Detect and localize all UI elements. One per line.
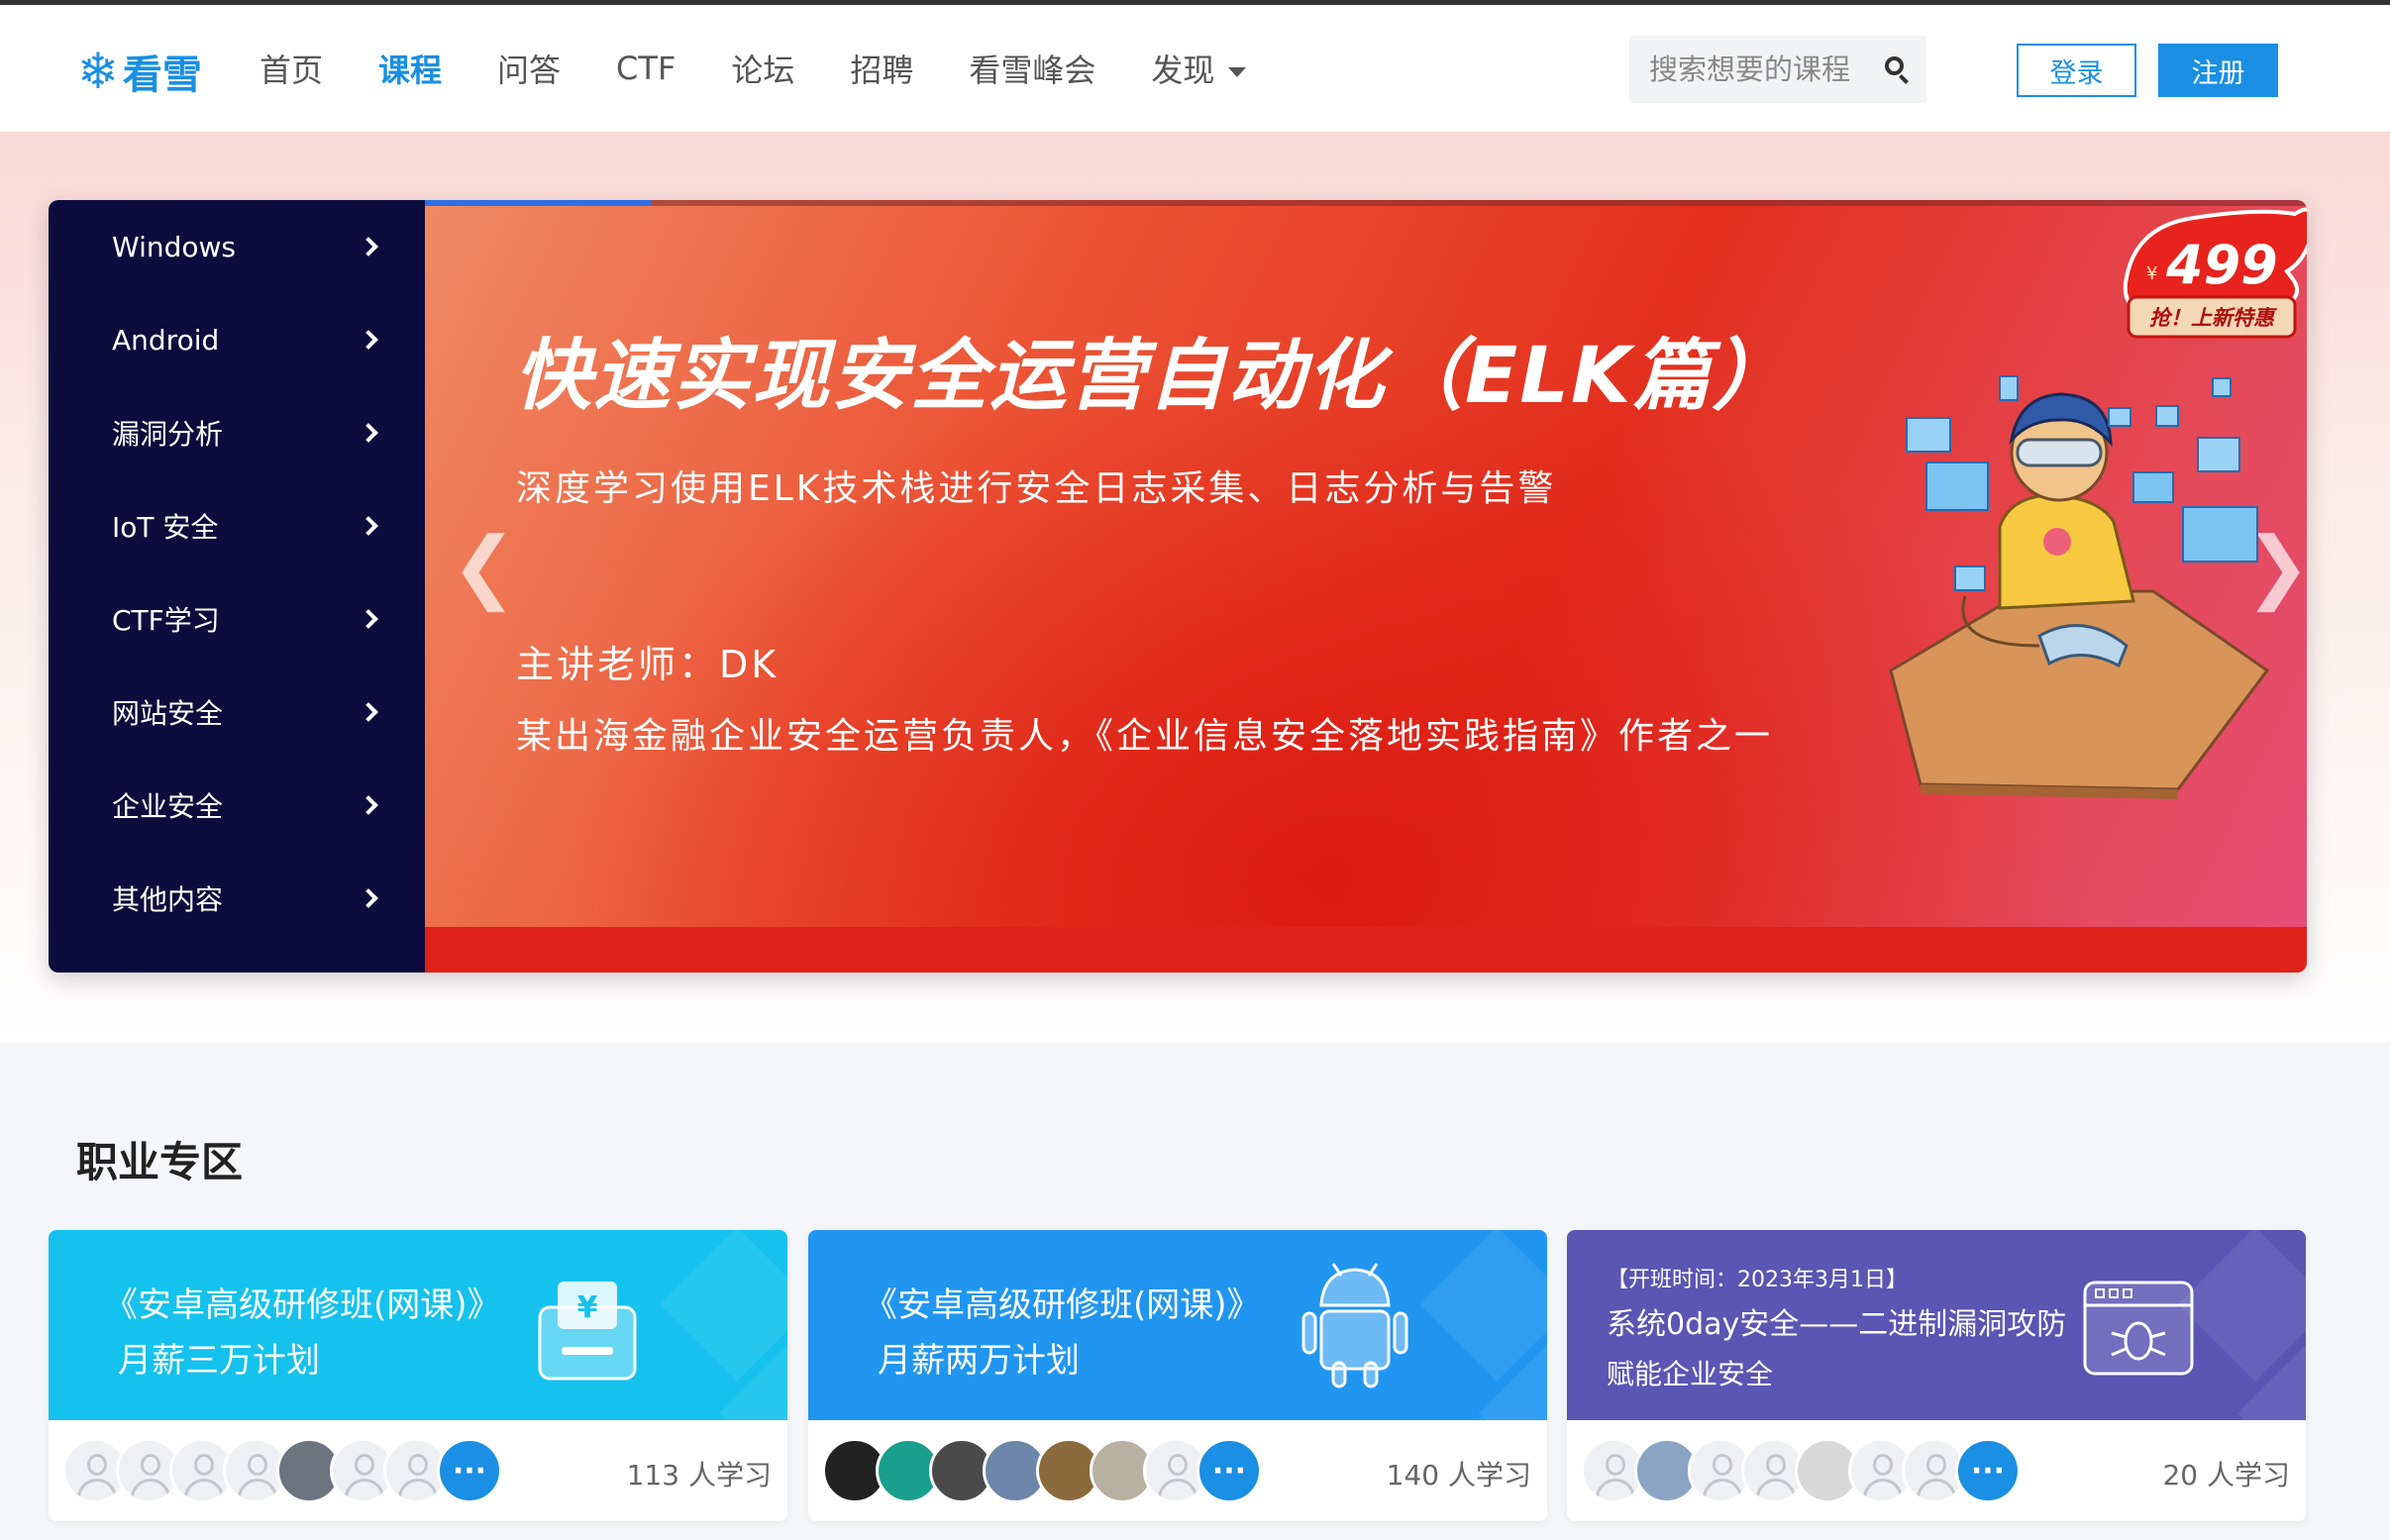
category-label: 其他内容: [112, 883, 224, 916]
search-box: [1629, 36, 1926, 103]
card-subtitle: 月薪两万计划: [878, 1341, 1080, 1381]
chevron-right-icon: [359, 795, 378, 815]
nav-qa[interactable]: 问答: [497, 46, 561, 91]
category-label: 企业安全: [112, 790, 224, 823]
chevron-right-icon: [359, 516, 378, 536]
card-title: 《安卓高级研修班(网课)》: [104, 1285, 501, 1325]
price-tag: 抢！上新特惠: [2149, 306, 2277, 330]
android-icon: [1301, 1263, 1408, 1388]
card-header: 【开班时间：2023年3月1日】 系统0day安全——二进制漏洞攻防 赋能企业安…: [1567, 1230, 2306, 1420]
chevron-right-icon: [359, 609, 378, 629]
banner-subtitle: 深度学习使用ELK技术栈进行安全日志采集、日志分析与告警: [516, 468, 1557, 509]
site-header: ❄ 看雪 首页 课程 问答 CTF 论坛 招聘 看雪峰会 发现 登录 注册: [0, 5, 2390, 132]
price-symbol: ¥: [2146, 263, 2157, 284]
learner-count: 20 人学习: [2162, 1459, 2290, 1491]
bug-window-icon: [2083, 1281, 2194, 1376]
nav-courses[interactable]: 课程: [378, 46, 442, 91]
category-label: CTF学习: [112, 604, 220, 637]
chevron-right-icon: [359, 888, 378, 908]
card-footer: ··· 20 人学习: [1567, 1420, 2306, 1521]
decor-diamond: [660, 1230, 787, 1382]
more-learners-button[interactable]: ···: [1955, 1438, 2021, 1503]
nav-ctf[interactable]: CTF: [616, 50, 675, 87]
site-logo[interactable]: ❄ 看雪: [77, 43, 202, 100]
banner-bottom-band: [425, 927, 2307, 973]
card-subtitle: 赋能企业安全: [1607, 1358, 1774, 1390]
nav-jobs[interactable]: 招聘: [850, 46, 913, 91]
logo-text: 看雪: [122, 52, 202, 98]
chevron-right-icon: [359, 423, 378, 443]
price-value: 499: [2165, 234, 2278, 296]
nav-forum[interactable]: 论坛: [731, 46, 794, 91]
card-title: 系统0day安全——二进制漏洞攻防: [1607, 1307, 2067, 1342]
category-enterprise[interactable]: 企业安全: [49, 759, 425, 852]
more-learners-button[interactable]: ···: [437, 1438, 502, 1503]
carousel-prev-arrow[interactable]: ❮: [451, 527, 517, 606]
category-vuln-analysis[interactable]: 漏洞分析: [49, 386, 425, 479]
snowflake-icon: ❄: [77, 43, 119, 100]
learner-count: 113 人学习: [626, 1459, 772, 1491]
main-nav: 首页 课程 问答 CTF 论坛 招聘 看雪峰会 发现: [260, 5, 1301, 132]
chevron-down-icon: [1228, 67, 1247, 77]
card-footer: ··· 140 人学习: [808, 1420, 1547, 1521]
banner-teacher: 主讲老师：DK: [516, 643, 779, 686]
card-subtitle: 月薪三万计划: [118, 1341, 320, 1381]
career-card[interactable]: 【开班时间：2023年3月1日】 系统0day安全——二进制漏洞攻防 赋能企业安…: [1567, 1230, 2306, 1521]
chevron-right-icon: [359, 330, 378, 350]
career-card[interactable]: 《安卓高级研修班(网课)》 月薪三万计划 ¥ ··· 113 人学习: [49, 1230, 787, 1521]
card-start-date: 【开班时间：2023年3月1日】: [1607, 1268, 1908, 1292]
wallet-icon: ¥: [538, 1282, 637, 1381]
price-badge: ¥ 499 抢！上新特惠: [2123, 207, 2307, 339]
career-card[interactable]: 《安卓高级研修班(网课)》 月薪两万计划 ··· 140 人学习: [808, 1230, 1547, 1521]
hero-section: Windows Android 漏洞分析 IoT 安全 CTF学习 网站安全 企…: [49, 200, 2307, 973]
banner-slide[interactable]: 快速实现安全运营自动化（ELK篇） 深度学习使用ELK技术栈进行安全日志采集、日…: [425, 200, 2307, 973]
banner-title: 快速实现安全运营自动化（ELK篇）: [514, 332, 1792, 421]
category-web-security[interactable]: 网站安全: [49, 666, 425, 759]
category-label: Android: [112, 323, 220, 357]
category-other[interactable]: 其他内容: [49, 852, 425, 945]
category-iot[interactable]: IoT 安全: [49, 479, 425, 572]
card-title: 《安卓高级研修班(网课)》: [864, 1285, 1261, 1325]
carousel-progress-fill: [425, 200, 651, 206]
nav-discover-label: 发现: [1151, 51, 1215, 89]
category-android[interactable]: Android: [49, 293, 425, 386]
carousel-progress: [425, 200, 2307, 206]
chevron-right-icon: [359, 702, 378, 722]
chevron-right-icon: [359, 237, 378, 257]
career-section-title: 职业专区: [76, 1138, 244, 1186]
search-icon[interactable]: [1883, 54, 1909, 84]
card-header: 《安卓高级研修班(网课)》 月薪两万计划: [808, 1230, 1547, 1420]
hacker-illustration: [1889, 375, 2270, 799]
learner-count: 140 人学习: [1386, 1459, 1531, 1491]
more-learners-button[interactable]: ···: [1196, 1438, 1262, 1503]
category-label: 网站安全: [112, 697, 224, 730]
category-label: Windows: [112, 230, 236, 263]
category-ctf[interactable]: CTF学习: [49, 572, 425, 666]
nav-home[interactable]: 首页: [260, 46, 323, 91]
decor-diamond: [2178, 1230, 2306, 1382]
category-label: IoT 安全: [112, 511, 219, 544]
card-header: 《安卓高级研修班(网课)》 月薪三万计划 ¥: [49, 1230, 787, 1420]
decor-diamond: [1419, 1230, 1547, 1382]
nav-summit[interactable]: 看雪峰会: [969, 46, 1095, 91]
category-windows[interactable]: Windows: [49, 200, 425, 293]
search-input[interactable]: [1649, 52, 1877, 86]
category-label: 漏洞分析: [112, 418, 224, 451]
banner-bio: 某出海金融企业安全运营负责人，《企业信息安全落地实践指南》作者之一: [516, 716, 1774, 757]
category-menu: Windows Android 漏洞分析 IoT 安全 CTF学习 网站安全 企…: [49, 200, 425, 973]
login-button[interactable]: 登录: [2017, 44, 2136, 97]
svg-text:¥: ¥: [577, 1290, 598, 1325]
nav-discover[interactable]: 发现: [1151, 46, 1247, 91]
register-button[interactable]: 注册: [2158, 44, 2278, 97]
card-footer: ··· 113 人学习: [49, 1420, 787, 1521]
